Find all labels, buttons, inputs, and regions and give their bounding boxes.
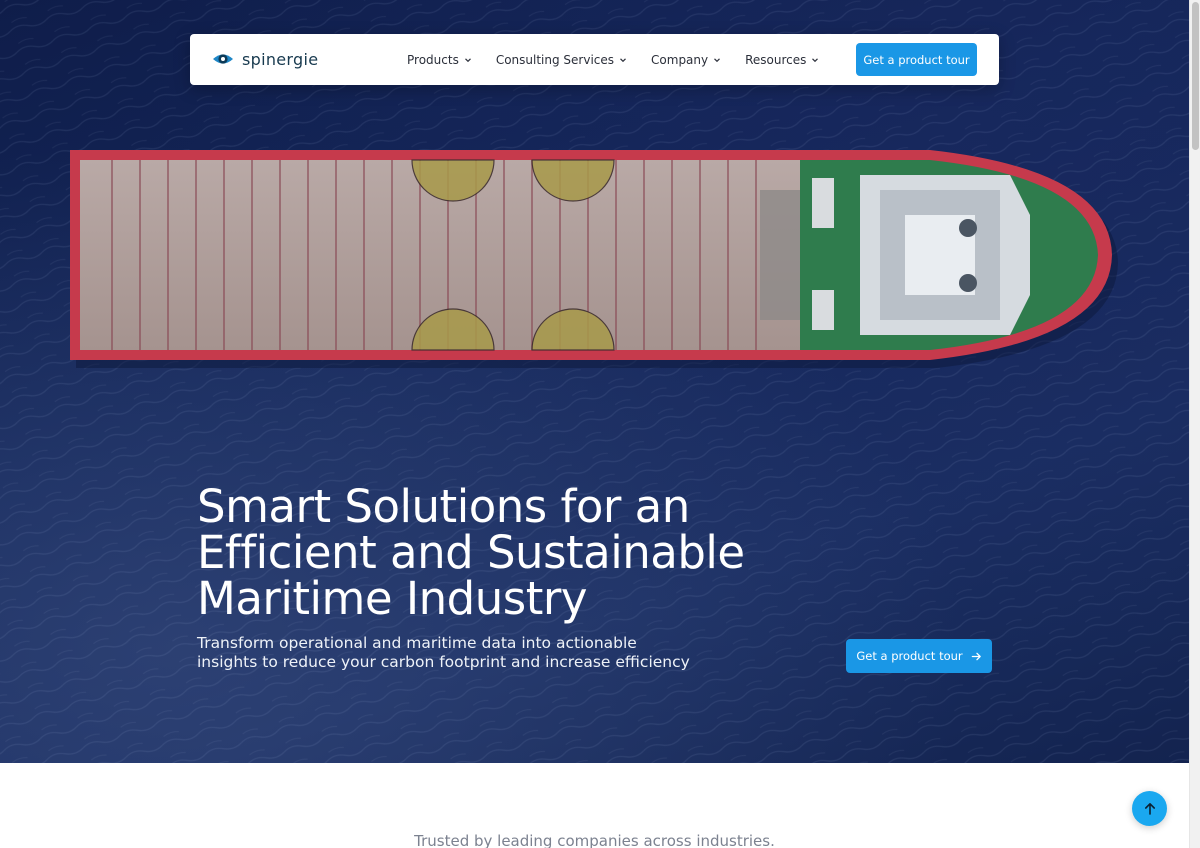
hero-button-label: Get a product tour [856, 649, 963, 663]
nav-item-consulting-services[interactable]: Consulting Services [496, 53, 627, 67]
arrow-right-icon [971, 652, 981, 660]
arrow-up-icon [1144, 802, 1155, 815]
nav-item-label: Consulting Services [495, 52, 615, 67]
ship-image [70, 150, 1118, 368]
chevron-down-icon [714, 57, 721, 62]
hero-section: spinergie Products Consulting Services C… [0, 0, 1189, 763]
logo[interactable]: spinergie [212, 48, 318, 70]
nav-product-tour-button[interactable]: Get a product tour [856, 43, 977, 76]
hero-headline: Smart Solutions for an Efficient and Sus… [197, 484, 757, 622]
spinergie-logo-icon [213, 54, 233, 64]
chevron-down-icon [620, 57, 626, 62]
trusted-by-text: Trusted by leading companies across indu… [414, 832, 775, 848]
nav-item-label: Company [651, 52, 709, 67]
nav-item-company[interactable]: Company [651, 53, 721, 67]
page-scrollbar[interactable] [1189, 0, 1200, 848]
hero-product-tour-button[interactable]: Get a product tour [846, 639, 992, 673]
chevron-down-icon [464, 57, 471, 62]
scroll-to-top-button[interactable] [1132, 791, 1167, 826]
headline-line-2: Efficient and Sustainable [197, 526, 745, 579]
logo-text: spinergie [242, 49, 319, 69]
nav-item-products[interactable]: Products [407, 53, 472, 67]
scrollbar-thumb[interactable] [1192, 2, 1199, 150]
nav-menu: Products Consulting Services Company Res… [407, 34, 843, 85]
headline-line-3: Maritime Industry [197, 572, 587, 625]
nav-item-resources[interactable]: Resources [745, 53, 819, 67]
nav-item-label: Resources [745, 52, 807, 67]
top-navbar: spinergie Products Consulting Services C… [190, 34, 999, 85]
nav-item-label: Products [407, 52, 459, 67]
chevron-down-icon [812, 57, 819, 62]
hero-subheading: Transform operational and maritime data … [197, 634, 690, 671]
headline-line-1: Smart Solutions for an [197, 480, 690, 533]
